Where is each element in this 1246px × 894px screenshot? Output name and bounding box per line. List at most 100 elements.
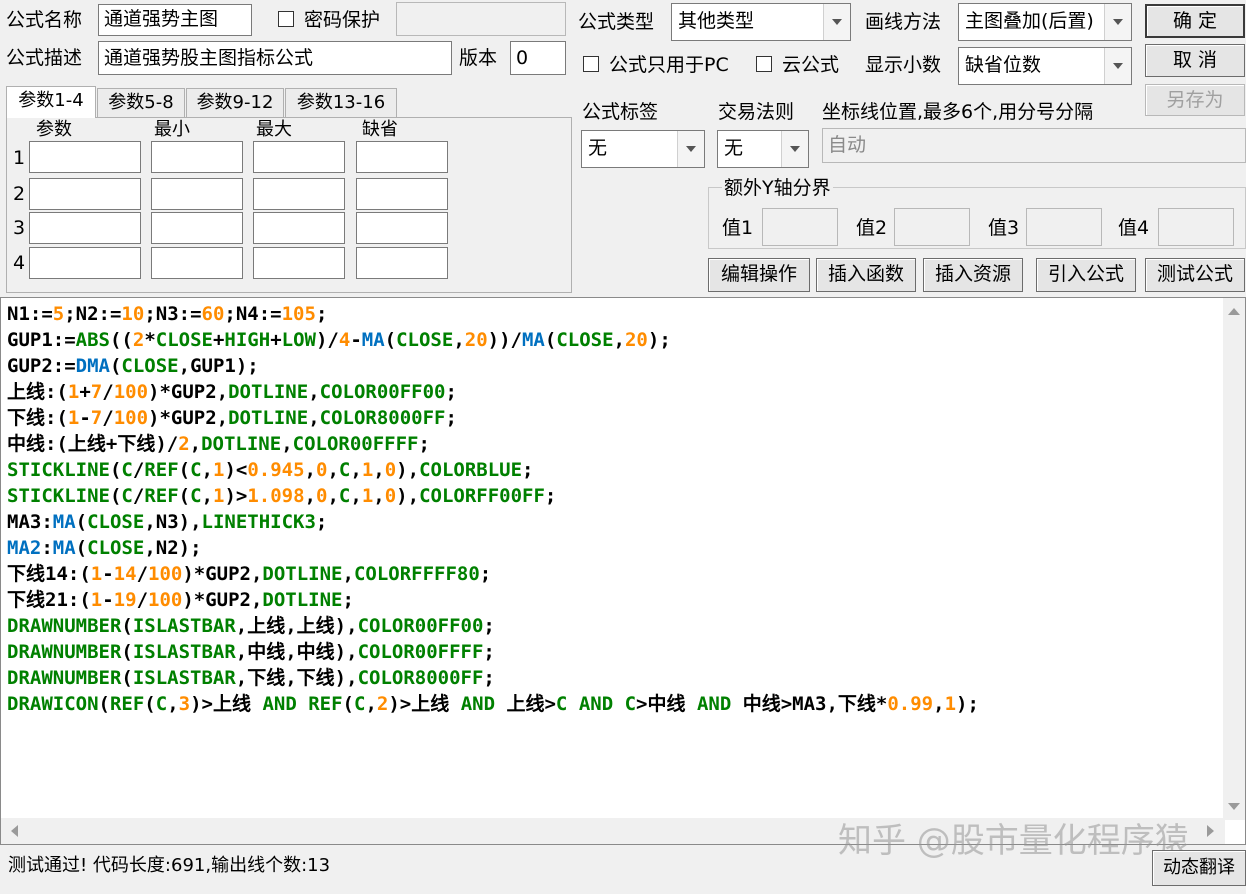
code-token: C <box>155 693 168 715</box>
draw-method-select[interactable]: 主图叠加(后置) <box>958 3 1132 41</box>
code-token: 下线14:( <box>7 563 91 585</box>
insert-function-button[interactable]: 插入函数 <box>816 258 916 292</box>
scroll-down-icon[interactable] <box>1228 803 1240 810</box>
code-token: / <box>136 589 149 611</box>
code-token: CLOSE <box>121 355 179 377</box>
code-token: ,中线,中线), <box>235 641 358 663</box>
trade-rule-select[interactable]: 无 <box>717 130 809 168</box>
param-1-name-input[interactable] <box>29 141 141 173</box>
password-input[interactable] <box>396 2 566 36</box>
code-token: 0 <box>316 459 328 481</box>
param-4-default-input[interactable] <box>356 247 448 279</box>
pc-only-checkbox[interactable] <box>583 56 599 72</box>
param-row-1-label: 1 <box>13 147 26 169</box>
chevron-down-icon[interactable] <box>1104 4 1131 40</box>
ok-button[interactable]: 确 定 <box>1145 4 1245 38</box>
code-token: ); <box>956 693 979 715</box>
tag-select[interactable]: 无 <box>581 130 705 168</box>
param-1-default-input[interactable] <box>356 141 448 173</box>
param-3-min-input[interactable] <box>151 212 243 244</box>
password-checkbox[interactable] <box>278 11 294 27</box>
code-token: 1 <box>944 693 957 715</box>
code-token: CLOSE <box>87 511 145 533</box>
param-col-default: 缺省 <box>362 119 398 140</box>
param-3-name-input[interactable] <box>29 212 141 244</box>
param-1-min-input[interactable] <box>151 141 243 173</box>
code-token: , <box>167 693 179 715</box>
formula-desc-input[interactable]: 通道强势股主图指标公式 <box>98 41 452 75</box>
chevron-down-icon[interactable] <box>781 131 808 167</box>
param-3-default-input[interactable] <box>356 212 448 244</box>
formula-desc-label: 公式描述 <box>6 47 83 69</box>
dynamic-translate-button[interactable]: 动态翻译 <box>1152 850 1246 886</box>
edit-ops-button[interactable]: 编辑操作 <box>708 258 810 292</box>
code-token: 1 <box>67 407 80 429</box>
code-token: AND <box>460 693 496 715</box>
code-token: ; <box>522 459 534 481</box>
tab-params-13-16[interactable]: 参数13-16 <box>285 88 397 118</box>
code-token: + <box>212 329 225 351</box>
save-as-button[interactable]: 另存为 <box>1145 84 1245 116</box>
code-token: CLOSE <box>556 329 614 351</box>
cancel-button[interactable]: 取 消 <box>1145 44 1245 77</box>
code-token: STICKLINE <box>7 459 110 481</box>
code-token: ( <box>544 329 557 351</box>
code-token: * <box>144 329 156 351</box>
code-token: ; <box>445 407 457 429</box>
extra-y-3-input[interactable] <box>1026 208 1102 246</box>
version-input[interactable]: 0 <box>510 41 566 75</box>
axis-input[interactable]: 自动 <box>822 128 1246 163</box>
param-4-name-input[interactable] <box>29 247 141 279</box>
cloud-checkbox[interactable] <box>756 56 772 72</box>
code-token: 1 <box>67 381 80 403</box>
param-4-min-input[interactable] <box>151 247 243 279</box>
code-token: ( <box>384 329 397 351</box>
code-token: 105 <box>281 303 316 325</box>
code-token: ISLASTBAR <box>132 667 236 689</box>
code-token: COLOR00FF00 <box>357 615 484 637</box>
code-line: DRAWNUMBER(ISLASTBAR,上线,上线),COLOR00FF00; <box>7 613 979 639</box>
import-formula-button[interactable]: 引入公式 <box>1036 258 1136 292</box>
tab-params-1-4[interactable]: 参数1-4 <box>6 86 96 118</box>
extra-y-2-input[interactable] <box>894 208 970 246</box>
chevron-down-icon[interactable] <box>677 131 704 167</box>
decimals-select[interactable]: 缺省位数 <box>958 47 1132 85</box>
formula-type-select[interactable]: 其他类型 <box>671 3 851 41</box>
code-editor[interactable]: N1:=5;N2:=10;N3:=60;N4:=105; GUP1:=ABS((2… <box>0 297 1246 845</box>
param-2-name-input[interactable] <box>29 178 141 210</box>
code-token: HIGH <box>224 329 271 351</box>
code-token: , <box>201 485 213 507</box>
vertical-scrollbar[interactable] <box>1223 298 1245 820</box>
code-token: MA <box>52 537 76 559</box>
insert-resource-button[interactable]: 插入资源 <box>923 258 1023 292</box>
test-formula-button[interactable]: 测试公式 <box>1145 258 1245 292</box>
param-row-4-label: 4 <box>13 252 26 274</box>
param-2-max-input[interactable] <box>253 178 345 210</box>
scroll-right-icon[interactable] <box>1207 825 1214 837</box>
extra-y-1-input[interactable] <box>762 208 838 246</box>
scroll-left-icon[interactable] <box>11 825 18 837</box>
code-token: AND <box>696 693 732 715</box>
tab-params-9-12[interactable]: 参数9-12 <box>186 88 284 118</box>
code-token: 上线> <box>495 693 556 715</box>
code-token: 下线:( <box>7 407 68 429</box>
code-token: CLOSE <box>87 537 145 559</box>
code-token: , <box>933 693 945 715</box>
formula-name-input[interactable]: 通道强势主图 <box>98 4 252 36</box>
param-2-min-input[interactable] <box>151 178 243 210</box>
param-1-max-input[interactable] <box>253 141 345 173</box>
extra-y-4-input[interactable] <box>1158 208 1234 246</box>
code-token: N1:= <box>7 303 53 325</box>
param-2-default-input[interactable] <box>356 178 448 210</box>
param-3-max-input[interactable] <box>253 212 345 244</box>
scroll-up-icon[interactable] <box>1228 308 1240 315</box>
param-4-max-input[interactable] <box>253 247 345 279</box>
code-token: )< <box>224 459 248 481</box>
code-token: COLOR8000FF <box>357 667 484 689</box>
tab-params-5-8[interactable]: 参数5-8 <box>97 88 185 118</box>
chevron-down-icon[interactable] <box>1104 48 1131 84</box>
code-text[interactable]: N1:=5;N2:=10;N3:=60;N4:=105; GUP1:=ABS((2… <box>7 301 979 717</box>
chevron-down-icon[interactable] <box>823 4 850 40</box>
password-label: 密码保护 <box>304 9 381 31</box>
code-token: ( <box>342 693 354 715</box>
